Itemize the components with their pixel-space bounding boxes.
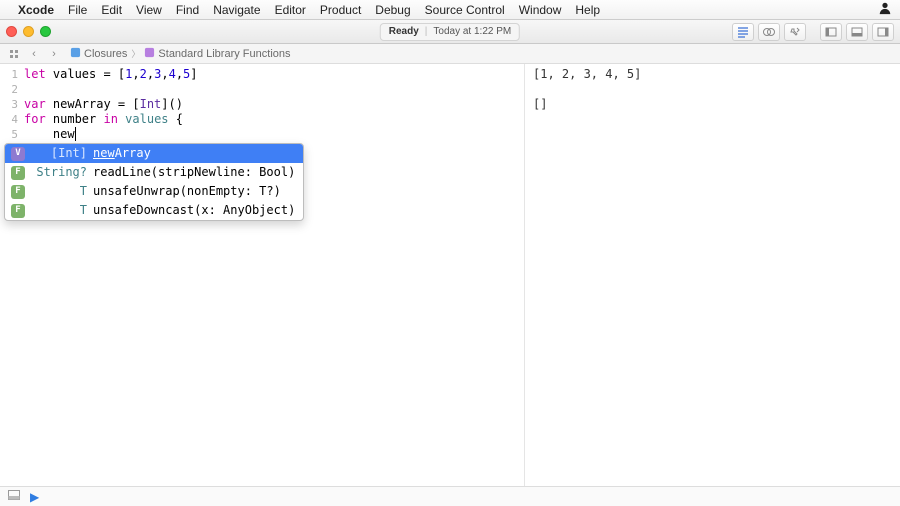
completion-signature: readLine(stripNewline: Bool)	[93, 163, 297, 182]
related-items-button[interactable]	[6, 47, 22, 61]
function-badge-icon: F	[11, 185, 25, 199]
close-window-button[interactable]	[6, 26, 17, 37]
breadcrumb-item[interactable]: Standard Library Functions	[144, 47, 290, 60]
status-ready: Ready	[389, 26, 419, 37]
autocomplete-item[interactable]: FTunsafeUnwrap(nonEmpty: T?)	[5, 182, 303, 201]
traffic-lights	[6, 26, 51, 37]
result-line: []	[533, 97, 892, 112]
toggle-console-button[interactable]	[8, 490, 20, 503]
menu-file[interactable]: File	[68, 3, 87, 17]
standard-editor-button[interactable]	[732, 23, 754, 41]
mac-menubar: Xcode File Edit View Find Navigate Edito…	[0, 0, 900, 20]
completion-type: T	[31, 182, 87, 201]
assistant-editor-button[interactable]	[758, 23, 780, 41]
breadcrumb-project[interactable]: Closures	[70, 47, 127, 60]
autocomplete-item[interactable]: F String? readLine(stripNewline: Bool)	[5, 163, 303, 182]
menu-find[interactable]: Find	[176, 3, 199, 17]
autocomplete-item[interactable]: V [Int] newArray	[5, 144, 303, 163]
menu-help[interactable]: Help	[575, 3, 600, 17]
toggle-utilities-button[interactable]	[872, 23, 894, 41]
jump-bar: ‹ › Closures 〉 Standard Library Function…	[0, 44, 900, 64]
completion-type: T	[31, 201, 87, 220]
zoom-window-button[interactable]	[40, 26, 51, 37]
autocomplete-popup[interactable]: V [Int] newArray F String? readLine(stripNewl…	[4, 143, 304, 221]
go-forward-button[interactable]: ›	[46, 47, 62, 61]
menu-view[interactable]: View	[136, 3, 162, 17]
toggle-navigator-button[interactable]	[820, 23, 842, 41]
toggle-debug-area-button[interactable]	[846, 23, 868, 41]
window-toolbar: Ready | Today at 1:22 PM	[0, 20, 900, 44]
activity-viewer: Ready | Today at 1:22 PM	[380, 23, 520, 41]
line-gutter: 12345	[0, 64, 22, 142]
results-sidebar: [1, 2, 3, 4, 5] []	[524, 64, 900, 486]
minimize-window-button[interactable]	[23, 26, 34, 37]
function-badge-icon: F	[11, 166, 25, 180]
menu-debug[interactable]: Debug	[375, 3, 410, 17]
run-playground-button[interactable]: ▶	[30, 490, 39, 504]
completion-signature: unsafeDowncast(x: AnyObject)	[93, 201, 297, 220]
version-editor-button[interactable]	[784, 23, 806, 41]
editor-area: 12345 let values = [1,2,3,4,5] var newAr…	[0, 64, 900, 486]
menu-edit[interactable]: Edit	[101, 3, 122, 17]
status-time: Today at 1:22 PM	[433, 26, 511, 37]
result-line: [1, 2, 3, 4, 5]	[533, 67, 892, 82]
autocomplete-item[interactable]: FTunsafeDowncast(x: AnyObject)	[5, 201, 303, 220]
completion-type: String?	[31, 163, 87, 182]
menu-window[interactable]: Window	[519, 3, 562, 17]
menu-navigate[interactable]: Navigate	[213, 3, 260, 17]
completion-type: [Int]	[31, 144, 87, 163]
completion-signature: newArray	[93, 144, 297, 163]
user-icon[interactable]	[878, 1, 892, 18]
chevron-right-icon: 〉	[131, 47, 140, 60]
code-editor[interactable]: 12345 let values = [1,2,3,4,5] var newAr…	[0, 64, 524, 486]
go-back-button[interactable]: ‹	[26, 47, 42, 61]
completion-signature: unsafeUnwrap(nonEmpty: T?)	[93, 182, 297, 201]
menu-editor[interactable]: Editor	[275, 3, 306, 17]
function-badge-icon: F	[11, 204, 25, 218]
debug-bar: ▶	[0, 486, 900, 506]
menu-product[interactable]: Product	[320, 3, 361, 17]
menu-source-control[interactable]: Source Control	[425, 3, 505, 17]
variable-badge-icon: V	[11, 147, 25, 161]
app-name[interactable]: Xcode	[18, 3, 54, 17]
